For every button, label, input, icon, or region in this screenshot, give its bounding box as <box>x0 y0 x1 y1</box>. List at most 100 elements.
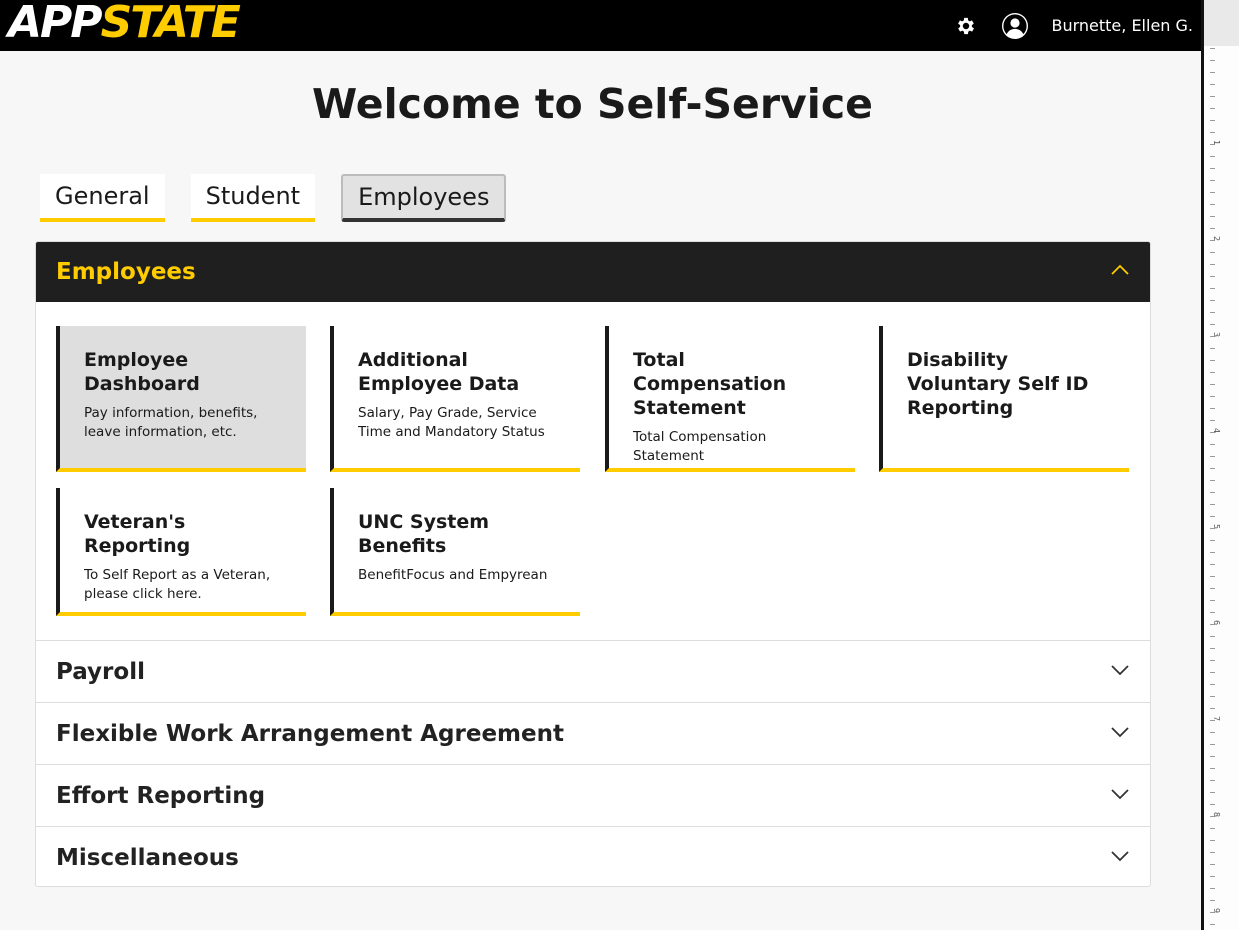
ruler-tick <box>1210 552 1215 553</box>
card-veterans-reporting[interactable]: Veteran's Reporting To Self Report as a … <box>56 488 306 616</box>
ruler-tick <box>1210 864 1215 865</box>
chevron-down-icon[interactable] <box>1110 849 1130 867</box>
card-additional-employee-data[interactable]: Additional Employee Data Salary, Pay Gra… <box>330 326 580 472</box>
user-area: Burnette, Ellen G. <box>954 0 1193 51</box>
chevron-down-icon[interactable] <box>1110 725 1130 743</box>
ruler-tick <box>1210 120 1215 121</box>
ruler-tick <box>1210 312 1215 313</box>
accordion-flexible-work-arrangement[interactable]: Flexible Work Arrangement Agreement <box>36 702 1150 764</box>
ruler-tick <box>1210 228 1215 229</box>
page-title: Welcome to Self-Service <box>312 80 873 128</box>
tab-bar: General Student Employees <box>40 174 532 222</box>
ruler-tick <box>1210 384 1215 385</box>
ruler-tick <box>1210 780 1215 781</box>
ruler-tick <box>1210 420 1215 421</box>
accordion-miscellaneous[interactable]: Miscellaneous <box>36 826 1150 886</box>
user-avatar-icon[interactable] <box>1001 12 1029 40</box>
ruler-tick <box>1210 444 1215 445</box>
ruler-tick <box>1210 900 1215 901</box>
accordion-title: Miscellaneous <box>56 844 239 871</box>
ruler-tick <box>1210 744 1215 745</box>
logo-text-state: STATE <box>100 0 241 48</box>
ruler-tick <box>1210 408 1215 409</box>
ruler-number: 8 <box>1212 811 1222 818</box>
card-employee-dashboard[interactable]: Employee Dashboard Pay information, bene… <box>56 326 306 472</box>
ruler-tick <box>1210 108 1215 109</box>
accordion-effort-reporting[interactable]: Effort Reporting <box>36 764 1150 826</box>
ruler-tick <box>1210 636 1215 637</box>
ruler-tick <box>1210 756 1215 757</box>
ruler-tick <box>1210 576 1215 577</box>
chevron-down-icon[interactable] <box>1110 787 1130 805</box>
employees-panel: Employees Employee Dashboard Pay informa… <box>35 241 1151 887</box>
chevron-up-icon[interactable] <box>1110 263 1130 281</box>
ruler-tick <box>1210 264 1215 265</box>
ruler-tick <box>1210 768 1215 769</box>
card-title: UNC System Benefits <box>358 511 490 557</box>
ruler-tick <box>1210 516 1215 517</box>
card-description: To Self Report as a Veteran, please clic… <box>84 567 271 602</box>
ruler-tick <box>1210 48 1215 49</box>
card-title: Disability Voluntary Self ID Reporting <box>907 349 1089 419</box>
ruler-tick <box>1210 708 1215 709</box>
chevron-down-icon[interactable] <box>1110 663 1130 681</box>
ruler-tick <box>1210 876 1215 877</box>
ruler-tick <box>1210 180 1215 181</box>
card-description: Total Compensation Statement <box>633 429 767 464</box>
card-title: Total Compensation Statement <box>633 349 787 419</box>
employees-section-header[interactable]: Employees <box>36 242 1150 302</box>
ruler-tick <box>1210 168 1215 169</box>
ruler-tick <box>1210 504 1215 505</box>
ruler-number: 2 <box>1212 235 1222 242</box>
ruler-tick <box>1210 672 1215 673</box>
gear-icon[interactable] <box>954 14 978 38</box>
logo-text-app: APP <box>8 0 103 48</box>
ruler-tick <box>1210 276 1215 277</box>
card-title: Additional Employee Data <box>358 349 520 395</box>
ruler-number: 7 <box>1212 715 1222 722</box>
card-unc-system-benefits[interactable]: UNC System Benefits BenefitFocus and Emp… <box>330 488 580 616</box>
card-disability-voluntary-self-id[interactable]: Disability Voluntary Self ID Reporting <box>879 326 1129 472</box>
card-description: Salary, Pay Grade, Service Time and Mand… <box>358 405 545 440</box>
ruler-tick <box>1210 612 1215 613</box>
top-navigation-bar: APPSTATE Burnette, Ellen G. <box>0 0 1201 51</box>
ruler-tick <box>1210 192 1215 193</box>
ruler-tick <box>1210 696 1215 697</box>
ruler-number: 4 <box>1212 427 1222 434</box>
tab-employees[interactable]: Employees <box>341 174 507 222</box>
ruler-number: 5 <box>1212 523 1222 530</box>
ruler-tick <box>1210 684 1215 685</box>
ruler-tick <box>1210 60 1215 61</box>
tab-student[interactable]: Student <box>190 174 316 222</box>
tab-general[interactable]: General <box>40 174 165 222</box>
ruler-tick <box>1210 852 1215 853</box>
accordion-payroll[interactable]: Payroll <box>36 640 1150 702</box>
ruler-tick <box>1210 480 1215 481</box>
side-ruler: 1 2 3 4 5 6 7 8 9 <box>1201 0 1239 930</box>
ruler-tick <box>1210 600 1215 601</box>
card-total-compensation-statement[interactable]: Total Compensation Statement Total Compe… <box>605 326 855 472</box>
ruler-tick <box>1210 96 1215 97</box>
ruler-tick <box>1210 252 1215 253</box>
appstate-logo[interactable]: APPSTATE <box>8 0 241 48</box>
ruler-tick <box>1210 456 1215 457</box>
ruler-tick <box>1210 372 1215 373</box>
ruler-tick <box>1210 792 1215 793</box>
user-name[interactable]: Burnette, Ellen G. <box>1051 16 1193 35</box>
ruler-tick <box>1210 360 1215 361</box>
ruler-tick <box>1210 132 1215 133</box>
ruler-number: 6 <box>1212 619 1222 626</box>
ruler-tick <box>1210 564 1215 565</box>
card-description: Pay information, benefits, leave informa… <box>84 405 258 440</box>
ruler-tick <box>1210 840 1215 841</box>
card-title: Veteran's Reporting <box>84 511 191 557</box>
ruler-tick <box>1210 828 1215 829</box>
ruler-tick <box>1210 300 1215 301</box>
card-description: BenefitFocus and Empyrean <box>358 567 548 583</box>
ruler-tick <box>1210 204 1215 205</box>
ruler-tick <box>1210 492 1215 493</box>
ruler-tick <box>1210 396 1215 397</box>
ruler-tick <box>1210 804 1215 805</box>
accordion-title: Payroll <box>56 658 145 685</box>
ruler-tick <box>1210 72 1215 73</box>
